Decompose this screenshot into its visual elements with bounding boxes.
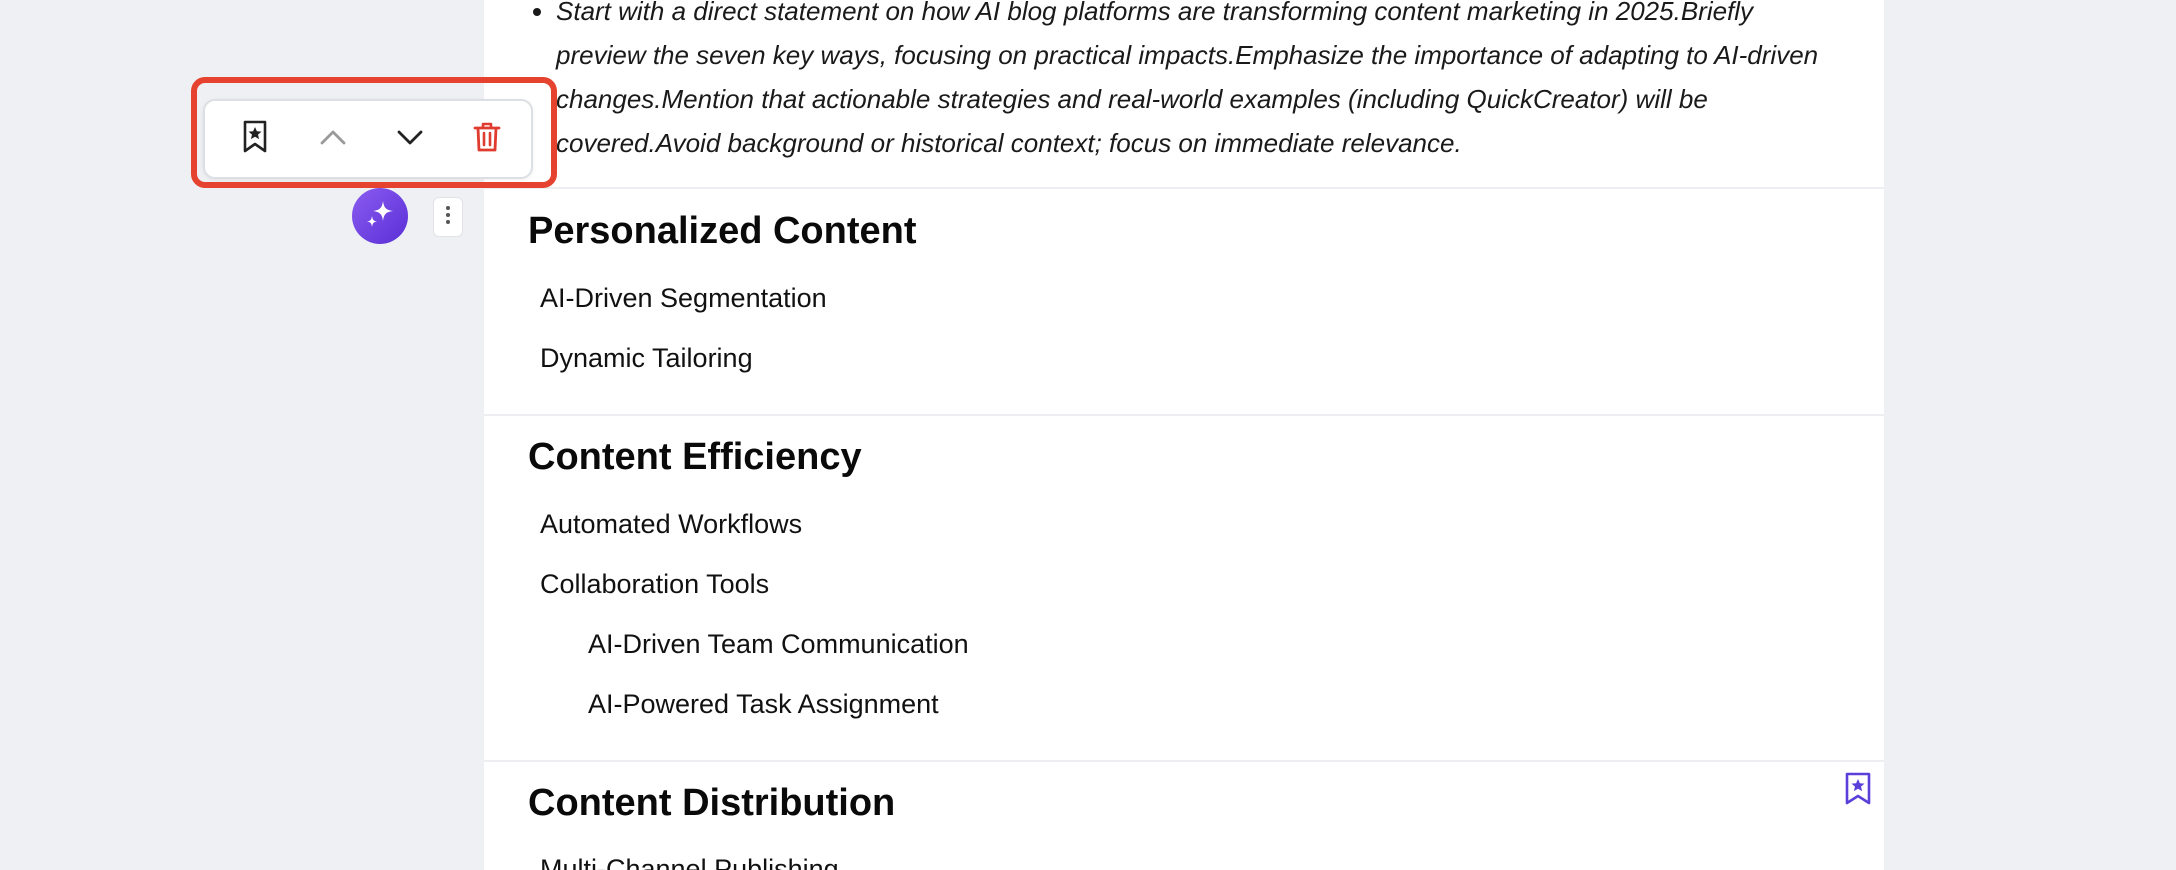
chevron-down-icon — [395, 127, 425, 152]
trash-icon — [473, 121, 501, 158]
bookmark-button[interactable] — [235, 119, 275, 159]
outline-item[interactable]: AI-Driven Segmentation — [540, 283, 827, 314]
outline-subitem[interactable]: AI-Driven Team Communication — [588, 629, 969, 660]
ai-assist-button[interactable] — [352, 188, 408, 244]
outline-item[interactable]: Dynamic Tailoring — [540, 343, 753, 374]
intro-block[interactable]: Start with a direct statement on how AI … — [484, 0, 1884, 187]
outline-document: Start with a direct statement on how AI … — [484, 0, 1884, 870]
intro-bullet[interactable]: Start with a direct statement on how AI … — [556, 0, 1836, 165]
sparkles-icon — [363, 197, 397, 236]
move-down-button[interactable] — [390, 119, 430, 159]
more-vertical-icon — [445, 205, 451, 230]
bookmark-star-icon — [241, 120, 269, 159]
section-heading[interactable]: Content Distribution — [528, 782, 895, 825]
section-heading[interactable]: Content Efficiency — [528, 436, 862, 479]
outline-item[interactable]: Automated Workflows — [540, 509, 802, 540]
outline-item[interactable]: Multi-Channel Publishing — [540, 854, 839, 870]
intro-list: Start with a direct statement on how AI … — [484, 0, 1884, 165]
chevron-up-icon — [318, 127, 348, 152]
more-options-button[interactable] — [433, 197, 463, 237]
move-up-button[interactable] — [313, 119, 353, 159]
section-heading[interactable]: Personalized Content — [528, 210, 917, 253]
section-content-efficiency[interactable]: Content Efficiency Automated Workflows C… — [484, 416, 1884, 760]
delete-button[interactable] — [467, 119, 507, 159]
section-personalized-content[interactable]: Personalized Content AI-Driven Segmentat… — [484, 189, 1884, 414]
block-toolbar — [203, 99, 533, 179]
section-content-distribution[interactable]: Content Distribution Multi-Channel Publi… — [484, 762, 1884, 870]
outline-item[interactable]: Collaboration Tools — [540, 569, 769, 600]
bookmark-star-icon[interactable] — [1844, 772, 1872, 806]
outline-subitem[interactable]: AI-Powered Task Assignment — [588, 689, 939, 720]
